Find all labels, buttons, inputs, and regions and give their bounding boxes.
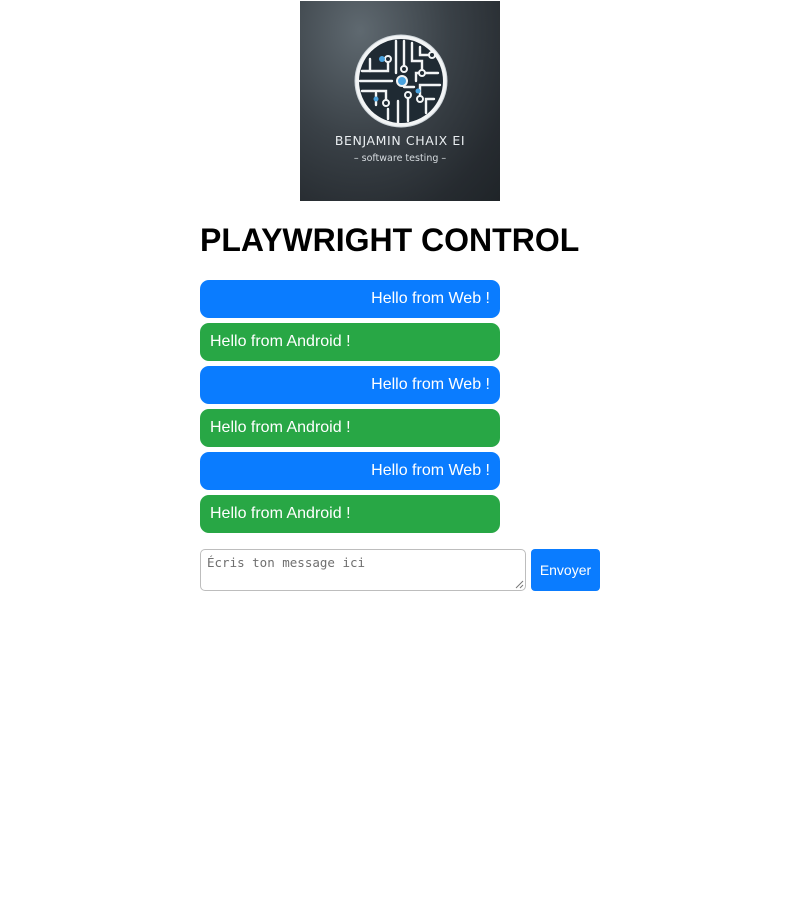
message-web: Hello from Web ! xyxy=(200,280,500,318)
message-input[interactable] xyxy=(200,549,526,591)
page-title: PLAYWRIGHT CONTROL xyxy=(200,222,580,258)
send-button[interactable]: Envoyer xyxy=(531,549,600,591)
message-composer: Envoyer xyxy=(200,549,600,591)
message-web: Hello from Web ! xyxy=(200,366,500,404)
page: BENJAMIN CHAIX EI – software testing – P… xyxy=(0,0,800,900)
message-android: Hello from Android ! xyxy=(200,323,500,361)
message-list: Hello from Web ! Hello from Android ! He… xyxy=(200,280,500,538)
message-android: Hello from Android ! xyxy=(200,409,500,447)
resize-grip-icon[interactable] xyxy=(514,579,524,589)
circuit-brain-icon xyxy=(354,34,448,128)
message-web: Hello from Web ! xyxy=(200,452,500,490)
logo-title: BENJAMIN CHAIX EI xyxy=(334,133,466,148)
message-android: Hello from Android ! xyxy=(200,495,500,533)
logo: BENJAMIN CHAIX EI – software testing – xyxy=(300,1,500,201)
logo-subtitle: – software testing – xyxy=(353,153,447,164)
